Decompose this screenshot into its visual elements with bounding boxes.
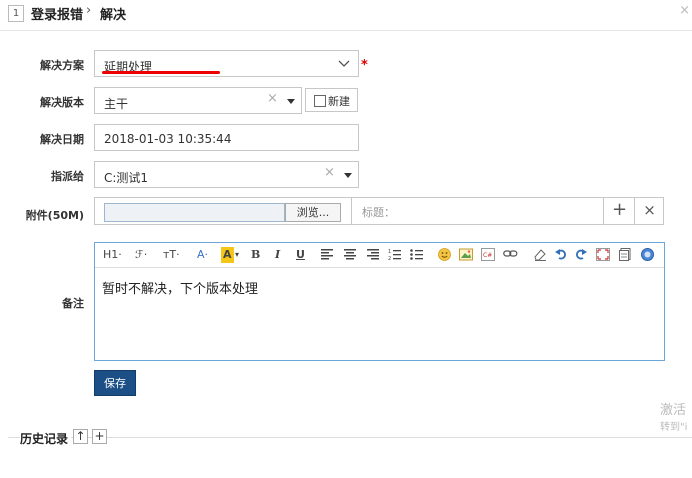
version-value: 主干	[104, 97, 129, 111]
undo-icon[interactable]	[555, 248, 567, 264]
font-color-button[interactable]: A·	[197, 247, 208, 263]
link-icon[interactable]	[503, 249, 518, 265]
action-title: 解决	[100, 8, 127, 23]
assignee-label: 指派给	[51, 170, 84, 183]
assignee-value: C:测试1	[104, 171, 149, 185]
dropdown-caret-icon[interactable]	[344, 173, 352, 178]
assignee-select[interactable]: C:测试1 ×	[94, 161, 359, 188]
checkbox-icon[interactable]	[314, 95, 326, 107]
svg-text:2: 2	[388, 256, 391, 262]
align-left-icon[interactable]	[321, 249, 333, 265]
dropdown-caret-icon[interactable]	[287, 99, 295, 104]
annotation-underline	[102, 71, 220, 74]
resolution-label: 解决方案	[40, 59, 84, 72]
eraser-icon[interactable]	[533, 248, 547, 264]
history-expand-button[interactable]: +	[92, 429, 107, 444]
required-mark: *	[361, 58, 368, 73]
history-label: 历史记录	[20, 430, 72, 447]
image-icon[interactable]	[459, 248, 473, 264]
date-input[interactable]: 2018-01-03 10:35:44	[94, 124, 359, 151]
bg-color-dropdown-icon[interactable]: ▾	[235, 247, 239, 263]
font-family-button[interactable]: ℱ·	[135, 247, 147, 263]
bug-id-badge: 1	[8, 5, 24, 22]
activation-watermark: 激活	[660, 403, 687, 418]
save-button[interactable]: 保存	[94, 370, 136, 396]
breadcrumb-separator: ›	[86, 3, 92, 18]
add-attachment-button[interactable]: +	[603, 198, 635, 224]
attachment-title-input[interactable]: 标题：	[351, 198, 604, 224]
redo-icon[interactable]	[575, 248, 587, 264]
version-select[interactable]: 主干 ×	[94, 87, 302, 114]
history-collapse-button[interactable]: ↑	[73, 429, 88, 444]
ordered-list-icon[interactable]: 1 2	[388, 248, 401, 264]
clear-icon[interactable]: ×	[324, 165, 335, 180]
italic-button[interactable]: I	[275, 247, 280, 263]
date-label: 解决日期	[40, 133, 84, 146]
activation-watermark-hint: 转到"i	[660, 422, 688, 433]
attachment-row: 浏览... 标题： + ×	[94, 197, 664, 225]
help-icon[interactable]	[641, 248, 654, 264]
editor-content[interactable]: 暂时不解决，下个版本处理	[102, 278, 258, 297]
history-section	[8, 437, 692, 478]
svg-text:1: 1	[388, 249, 391, 255]
attachment-label: 附件(50M)	[25, 209, 84, 222]
emoticon-icon[interactable]	[438, 248, 451, 264]
editor-toolbar: H1· ℱ· тT· A· A ▾ B I U 1 2 C#	[95, 243, 664, 268]
heading-button[interactable]: H1·	[103, 247, 122, 263]
font-size-button[interactable]: тT·	[163, 247, 180, 263]
dialog-header: 1 登录报错 › 解决 ×	[0, 0, 692, 31]
file-path-field[interactable]	[104, 203, 285, 222]
remove-attachment-button[interactable]: ×	[634, 198, 664, 224]
background-color-button[interactable]: A	[221, 247, 234, 263]
unordered-list-icon[interactable]	[410, 248, 423, 264]
new-version-checkbox[interactable]: 新建	[305, 88, 358, 112]
fullscreen-icon[interactable]	[596, 248, 610, 264]
code-icon[interactable]: C#	[481, 248, 495, 264]
rich-text-editor[interactable]: H1· ℱ· тT· A· A ▾ B I U 1 2 C# 暂时不解决，下个版…	[94, 242, 665, 361]
underline-button[interactable]: U	[296, 247, 305, 263]
date-value: 2018-01-03 10:35:44	[104, 132, 232, 146]
remark-label: 备注	[62, 297, 84, 310]
bold-button[interactable]: B	[251, 247, 260, 263]
align-right-icon[interactable]	[367, 249, 379, 265]
align-center-icon[interactable]	[344, 249, 356, 265]
chevron-down-icon	[338, 60, 350, 67]
attachment-title-placeholder: 标题：	[362, 206, 395, 219]
browse-button[interactable]: 浏览...	[285, 203, 341, 222]
clear-icon[interactable]: ×	[267, 91, 278, 106]
version-label: 解决版本	[40, 96, 84, 109]
close-icon[interactable]: ×	[679, 3, 690, 18]
source-code-icon[interactable]	[619, 248, 632, 264]
new-version-label: 新建	[328, 95, 350, 108]
svg-text:C#: C#	[483, 252, 492, 259]
bug-title: 登录报错	[31, 8, 84, 23]
